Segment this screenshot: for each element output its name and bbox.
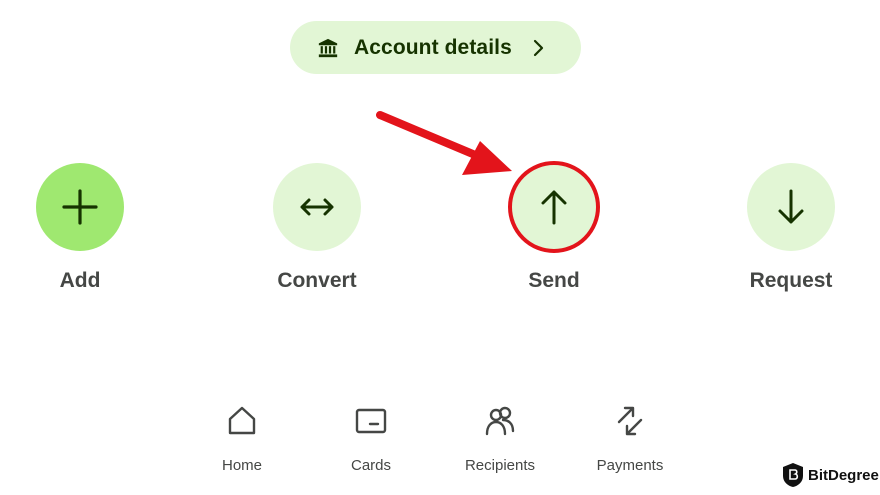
arrow-down-icon <box>778 189 804 224</box>
action-send: Send <box>494 163 614 293</box>
nav-cards-label: Cards <box>350 457 391 474</box>
send-label: Send <box>528 269 580 292</box>
action-add: Add <box>20 163 140 293</box>
account-details-button[interactable]: Account details <box>290 21 581 74</box>
nav-recipients-label: Recipients <box>464 457 536 474</box>
home-icon <box>228 406 256 435</box>
bitdegree-logo-icon <box>783 463 803 487</box>
payments-icon <box>617 406 643 436</box>
action-request: Request <box>731 163 851 293</box>
convert-label: Convert <box>277 269 357 292</box>
nav-home[interactable]: Home <box>187 404 297 474</box>
send-button[interactable] <box>510 163 598 251</box>
nav-home-label: Home <box>221 457 262 474</box>
recipients-icon <box>485 406 515 436</box>
nav-payments-label: Payments <box>596 457 664 474</box>
action-convert: Convert <box>257 163 377 293</box>
request-label: Request <box>749 269 833 292</box>
nav-recipients[interactable]: Recipients <box>445 404 555 474</box>
add-button[interactable] <box>36 163 124 251</box>
card-icon <box>355 408 387 434</box>
bank-icon <box>318 38 338 57</box>
nav-cards[interactable]: Cards <box>316 404 426 474</box>
chevron-right-icon <box>533 39 543 56</box>
double-arrow-icon <box>300 198 334 216</box>
request-button[interactable] <box>747 163 835 251</box>
nav-payments[interactable]: Payments <box>575 404 685 474</box>
arrow-up-icon <box>541 190 567 225</box>
convert-button[interactable] <box>273 163 361 251</box>
plus-icon <box>62 189 98 225</box>
account-details-label: Account details <box>354 35 512 59</box>
add-label: Add <box>59 269 101 292</box>
bitdegree-text: BitDegree <box>808 466 879 484</box>
bitdegree-watermark: BitDegree <box>782 462 879 488</box>
